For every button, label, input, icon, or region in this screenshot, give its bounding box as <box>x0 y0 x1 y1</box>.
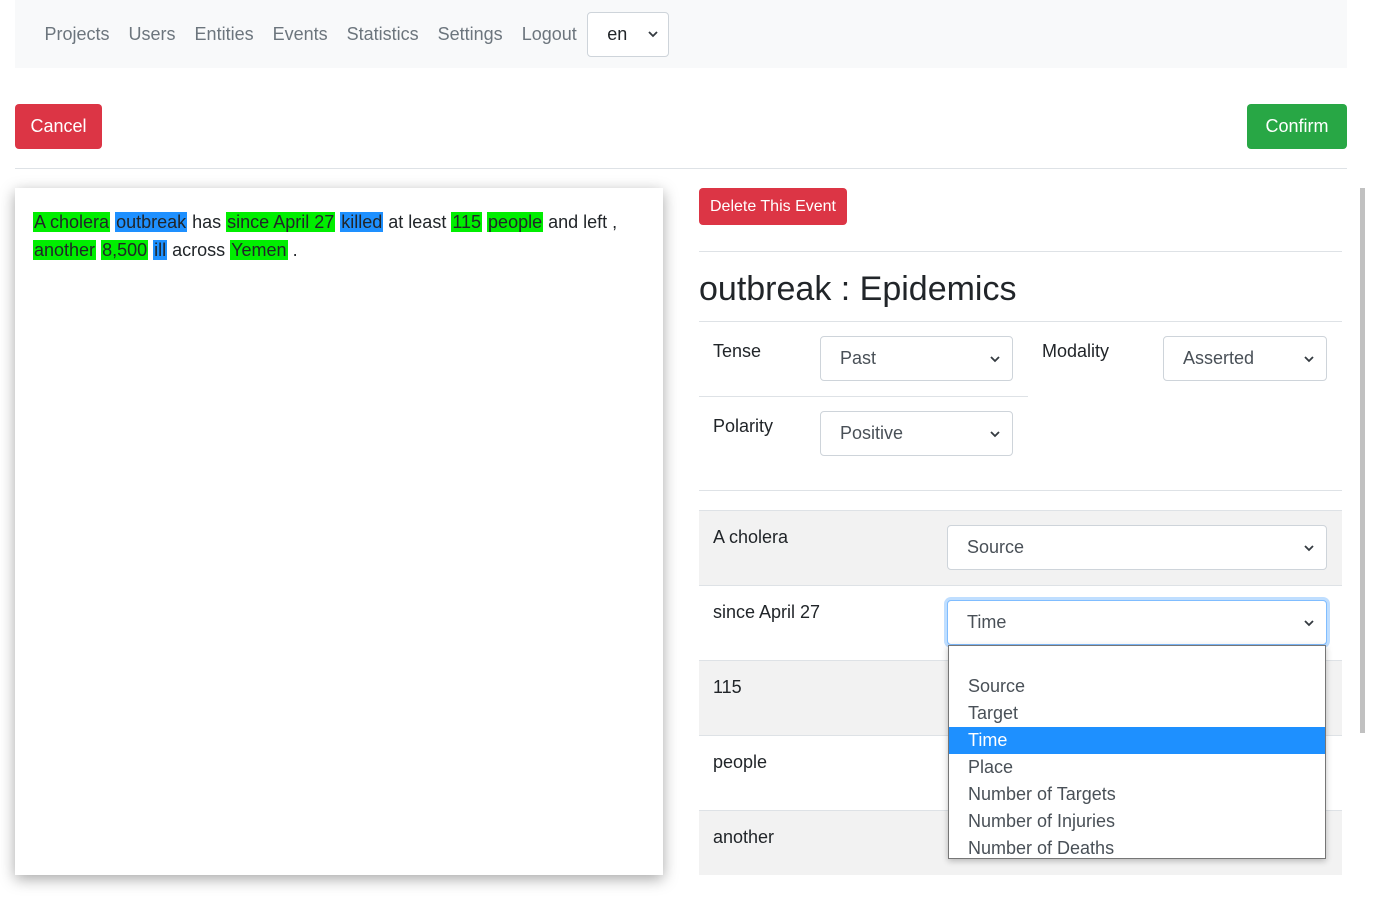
chevron-down-icon <box>990 430 1000 437</box>
divider <box>699 396 1028 397</box>
chevron-down-icon <box>1304 544 1314 551</box>
argument-highlight[interactable]: since April 27 <box>226 212 336 232</box>
nav-settings[interactable]: Settings <box>428 24 512 45</box>
modality-select[interactable]: Asserted <box>1163 336 1327 381</box>
plain-text: . <box>287 240 298 260</box>
argument-role-value: Source <box>967 537 1025 557</box>
delete-event-button[interactable]: Delete This Event <box>699 188 847 225</box>
argument-highlight[interactable]: 115 <box>451 212 483 232</box>
dropdown-option-source[interactable]: Source <box>949 673 1325 700</box>
tense-select[interactable]: Past <box>820 336 1013 381</box>
polarity-select[interactable]: Positive <box>820 411 1013 456</box>
annotated-text-panel: A cholera outbreak has since April 27 ki… <box>15 188 663 875</box>
trigger-highlight[interactable]: outbreak <box>115 212 188 232</box>
dropdown-option-place[interactable]: Place <box>949 754 1325 781</box>
chevron-down-icon <box>648 31 658 38</box>
nav-events[interactable]: Events <box>263 24 337 45</box>
dropdown-option-number-of-deaths[interactable]: Number of Deaths <box>949 835 1325 862</box>
modality-label: Modality <box>1042 341 1110 361</box>
dropdown-option-target[interactable]: Target <box>949 700 1325 727</box>
argument-role-select[interactable]: Time <box>947 600 1327 645</box>
chevron-down-icon <box>990 355 1000 362</box>
chevron-down-icon <box>1304 355 1314 362</box>
chevron-down-icon <box>1304 619 1314 626</box>
language-value: en <box>607 23 628 44</box>
argument-label: another <box>713 827 775 847</box>
argument-label: since April 27 <box>713 602 821 622</box>
argument-role-select[interactable]: Source <box>947 525 1327 570</box>
argument-highlight[interactable]: 8,500 <box>101 240 149 260</box>
nav-entities[interactable]: Entities <box>185 24 263 45</box>
argument-highlight[interactable]: A cholera <box>33 212 111 232</box>
nav-users[interactable]: Users <box>119 24 185 45</box>
argument-highlight[interactable]: Yemen <box>230 240 288 260</box>
argument-role-value: Time <box>967 612 1007 632</box>
nav-projects[interactable]: Projects <box>35 24 119 45</box>
divider <box>699 490 1342 491</box>
cancel-button[interactable]: Cancel <box>15 104 102 149</box>
plain-text: at least <box>383 212 452 232</box>
annotated-text: A cholera outbreak has since April 27 ki… <box>33 212 617 260</box>
language-select[interactable]: en <box>587 11 670 57</box>
trigger-highlight[interactable]: ill <box>153 240 168 260</box>
argument-highlight[interactable]: people <box>487 212 544 232</box>
tense-value: Past <box>840 348 877 368</box>
polarity-value: Positive <box>840 423 904 443</box>
divider <box>699 321 1342 322</box>
role-dropdown-list[interactable]: Source Target Time Place Number of Targe… <box>948 645 1326 859</box>
divider <box>699 251 1342 252</box>
scrollbar[interactable] <box>1360 188 1365 733</box>
argument-label: 115 <box>713 677 742 697</box>
dropdown-option-number-of-injuries[interactable]: Number of Injuries <box>949 808 1325 835</box>
nav-statistics[interactable]: Statistics <box>337 24 428 45</box>
divider <box>15 168 1347 169</box>
tense-label: Tense <box>713 341 762 361</box>
trigger-highlight[interactable]: killed <box>340 212 384 232</box>
modality-value: Asserted <box>1183 348 1255 368</box>
argument-highlight[interactable]: another <box>33 240 97 260</box>
navbar: Projects Users Entities Events Statistic… <box>15 0 1347 68</box>
event-title: outbreak : Epidemics <box>699 270 1017 308</box>
dropdown-option-number-of-targets[interactable]: Number of Targets <box>949 781 1325 808</box>
confirm-button[interactable]: Confirm <box>1247 104 1347 149</box>
plain-text: and left , <box>543 212 618 232</box>
plain-text: has <box>187 212 227 232</box>
argument-label: people <box>713 752 768 772</box>
argument-label: A cholera <box>713 527 789 547</box>
plain-text: across <box>167 240 231 260</box>
polarity-label: Polarity <box>713 416 774 436</box>
dropdown-option-time[interactable]: Time <box>949 727 1325 754</box>
nav-logout[interactable]: Logout <box>512 24 586 45</box>
